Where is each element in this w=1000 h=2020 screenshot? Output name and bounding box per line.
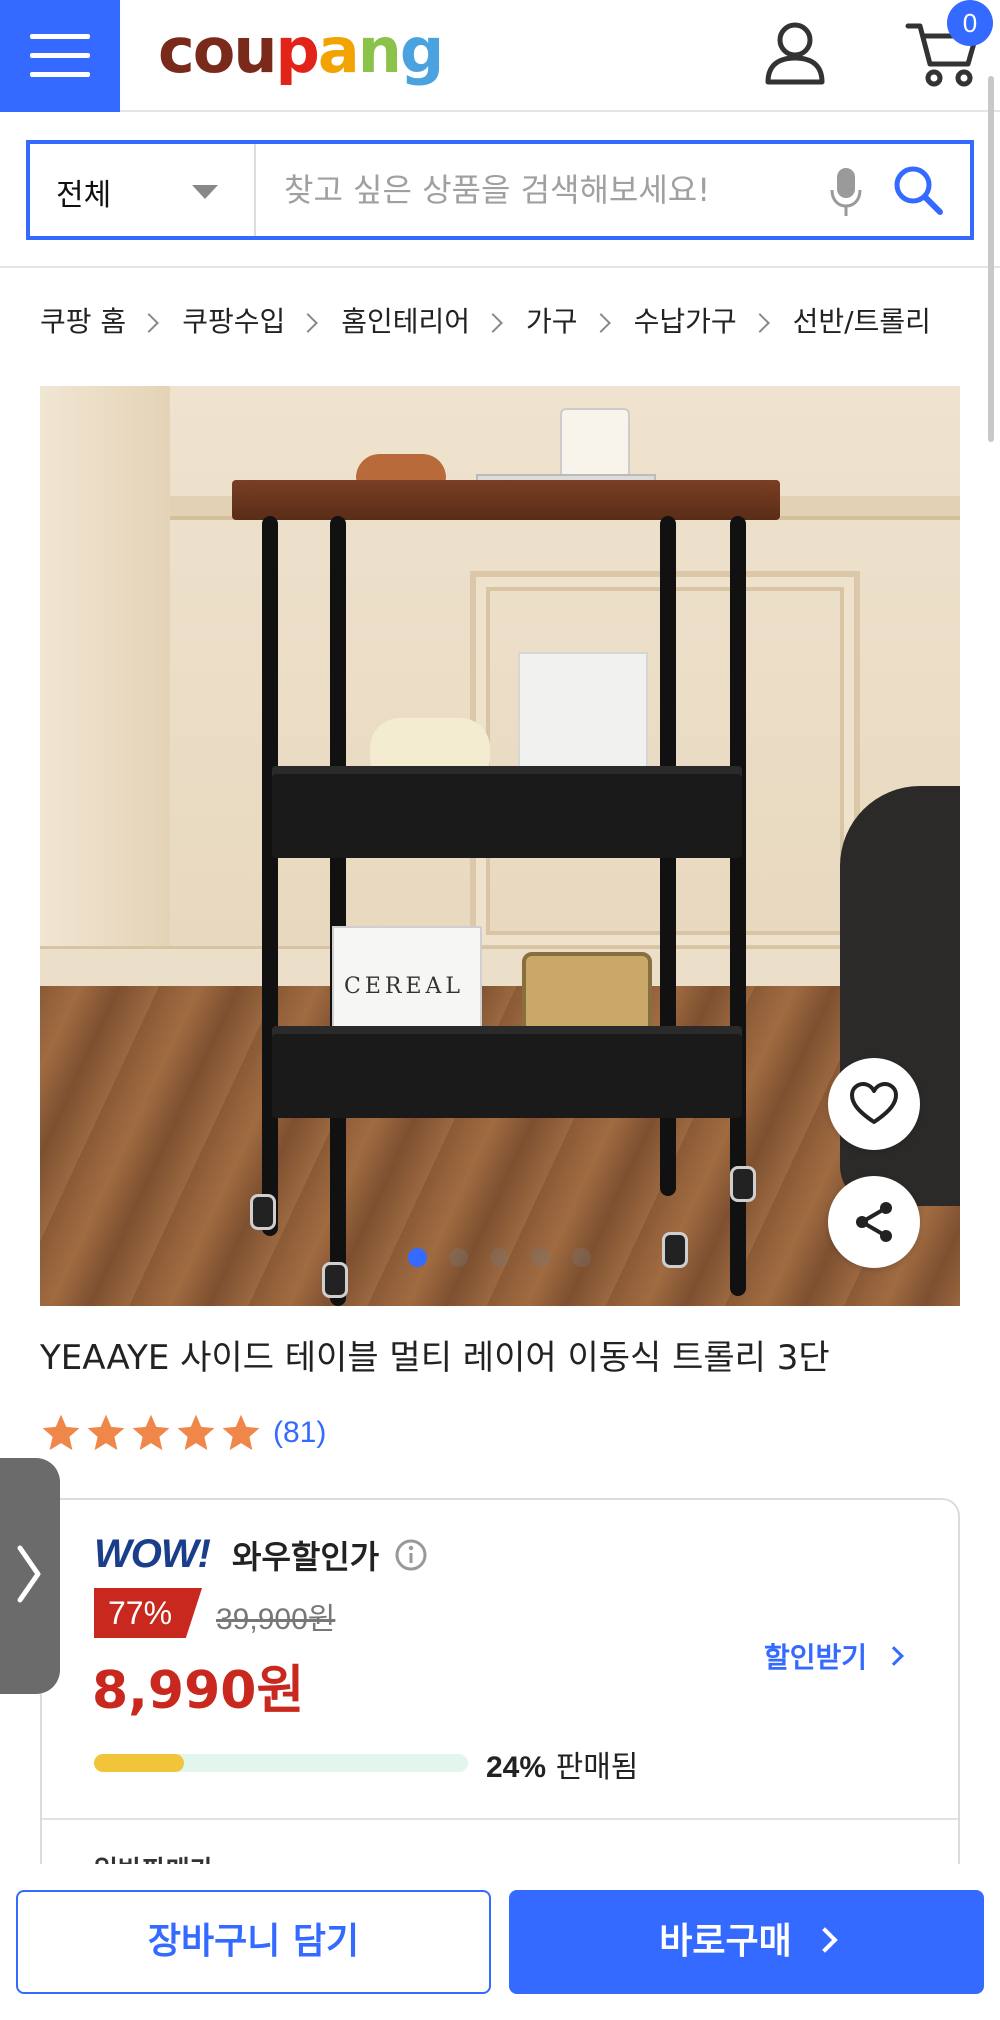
side-expand-tab[interactable] [0, 1458, 60, 1694]
logo-letter: c [158, 14, 195, 87]
sold-label: 판매됨 [555, 1750, 639, 1785]
search-box: 전체 [26, 140, 974, 240]
sale-price: 8,990원 [92, 1661, 305, 1721]
hamburger-line [30, 72, 90, 77]
hamburger-line [30, 53, 90, 58]
discount-badge: 77% [94, 1588, 203, 1638]
star-icon [177, 1414, 215, 1451]
image-glass [560, 408, 630, 478]
pagination-dot[interactable] [408, 1248, 427, 1267]
wow-logo: WOW! [94, 1532, 211, 1576]
search-category-label: 전체 [56, 178, 112, 213]
buy-now-button[interactable]: 바로구매 [509, 1890, 984, 1994]
image-table-top [232, 480, 780, 520]
image-wheel [322, 1262, 348, 1298]
star-icon [222, 1414, 260, 1451]
breadcrumb-item[interactable]: 선반/트롤리 [793, 300, 931, 340]
user-icon[interactable] [760, 18, 830, 88]
hamburger-line [30, 34, 90, 39]
divider [42, 1818, 958, 1820]
search-input[interactable] [258, 144, 818, 236]
search-bar-area: 전체 [0, 112, 1000, 268]
sold-percent: 24% [486, 1751, 547, 1784]
pagination-dot[interactable] [449, 1248, 468, 1267]
breadcrumb-item[interactable]: 홈인테리어 [341, 300, 470, 340]
buy-now-label: 바로구매 [659, 1921, 792, 1962]
image-shelf-top [272, 766, 742, 858]
sold-progress-fill [94, 1754, 184, 1772]
bottom-action-bar: 장바구니 담기 바로구매 [0, 1864, 1000, 2020]
microphone-icon[interactable] [830, 166, 862, 222]
search-category-select[interactable]: 전체 [30, 144, 256, 236]
image-wheel [662, 1232, 688, 1268]
price-card: WOW! 와우할인가 77% 39,900원 8,990원 할인받기 24% 판… [40, 1498, 960, 1898]
top-header: coupang 0 [0, 0, 1000, 112]
logo-letter: a [317, 14, 360, 87]
chevron-right-icon [812, 1927, 838, 1953]
image-wheel [250, 1194, 276, 1230]
star-icon [132, 1414, 170, 1451]
chevron-right-icon [590, 313, 611, 333]
breadcrumb-item[interactable]: 쿠팡 홈 [40, 300, 126, 340]
pagination-dot[interactable] [531, 1248, 550, 1267]
pagination-dot[interactable] [490, 1248, 509, 1267]
chevron-right-icon [298, 313, 319, 333]
get-discount-label: 할인받기 [764, 1641, 868, 1674]
get-discount-link[interactable]: 할인받기 [764, 1636, 904, 1676]
review-count[interactable]: (81) [273, 1416, 326, 1450]
share-icon [852, 1200, 896, 1248]
logo-letter: u [233, 14, 277, 87]
star-icon [42, 1414, 80, 1451]
star-icon [87, 1414, 125, 1451]
favorite-button[interactable] [828, 1058, 920, 1150]
product-rating[interactable]: (81) [40, 1412, 326, 1454]
chevron-right-icon [483, 313, 503, 333]
breadcrumb-item[interactable]: 수납가구 [634, 300, 737, 340]
wow-price-label: 와우할인가 [232, 1538, 380, 1576]
logo-letter: p [275, 14, 320, 87]
chevron-right-icon [749, 313, 770, 333]
menu-button[interactable] [0, 0, 120, 112]
logo-letter: n [357, 14, 402, 87]
sold-progress-bar [94, 1754, 468, 1772]
image-pagination [408, 1248, 591, 1268]
coupang-logo[interactable]: coupang [158, 12, 444, 90]
breadcrumb-item[interactable]: 가구 [526, 300, 578, 340]
cart-count-badge: 0 [947, 0, 993, 46]
logo-letter: o [192, 14, 236, 87]
logo-letter: g [399, 14, 444, 87]
sold-status: 24% 판매됨 [486, 1742, 638, 1786]
heart-icon [850, 1082, 898, 1130]
product-image[interactable]: CEREAL [40, 386, 960, 1306]
original-price: 39,900원 [216, 1603, 336, 1636]
scrollbar[interactable] [988, 76, 994, 442]
image-wheel [730, 1166, 756, 1202]
chevron-right-icon [884, 1646, 904, 1666]
caret-down-icon [192, 184, 218, 203]
product-title: YEAAYE 사이드 테이블 멀티 레이어 이동식 트롤리 3단 [40, 1338, 830, 1378]
info-icon[interactable] [394, 1538, 428, 1576]
image-shelf-bottom [272, 1026, 742, 1118]
search-icon[interactable] [892, 164, 944, 220]
image-table-leg [262, 516, 278, 1236]
chevron-right-icon [16, 1544, 42, 1608]
pagination-dot[interactable] [572, 1248, 591, 1267]
image-table-leg [330, 516, 346, 1306]
share-button[interactable] [828, 1176, 920, 1268]
add-to-cart-button[interactable]: 장바구니 담기 [16, 1890, 491, 1994]
breadcrumb: 쿠팡 홈 쿠팡수입 홈인테리어 가구 수납가구 선반/트롤리 [40, 298, 931, 342]
chevron-right-icon [139, 313, 160, 333]
breadcrumb-item[interactable]: 쿠팡수입 [182, 300, 285, 340]
